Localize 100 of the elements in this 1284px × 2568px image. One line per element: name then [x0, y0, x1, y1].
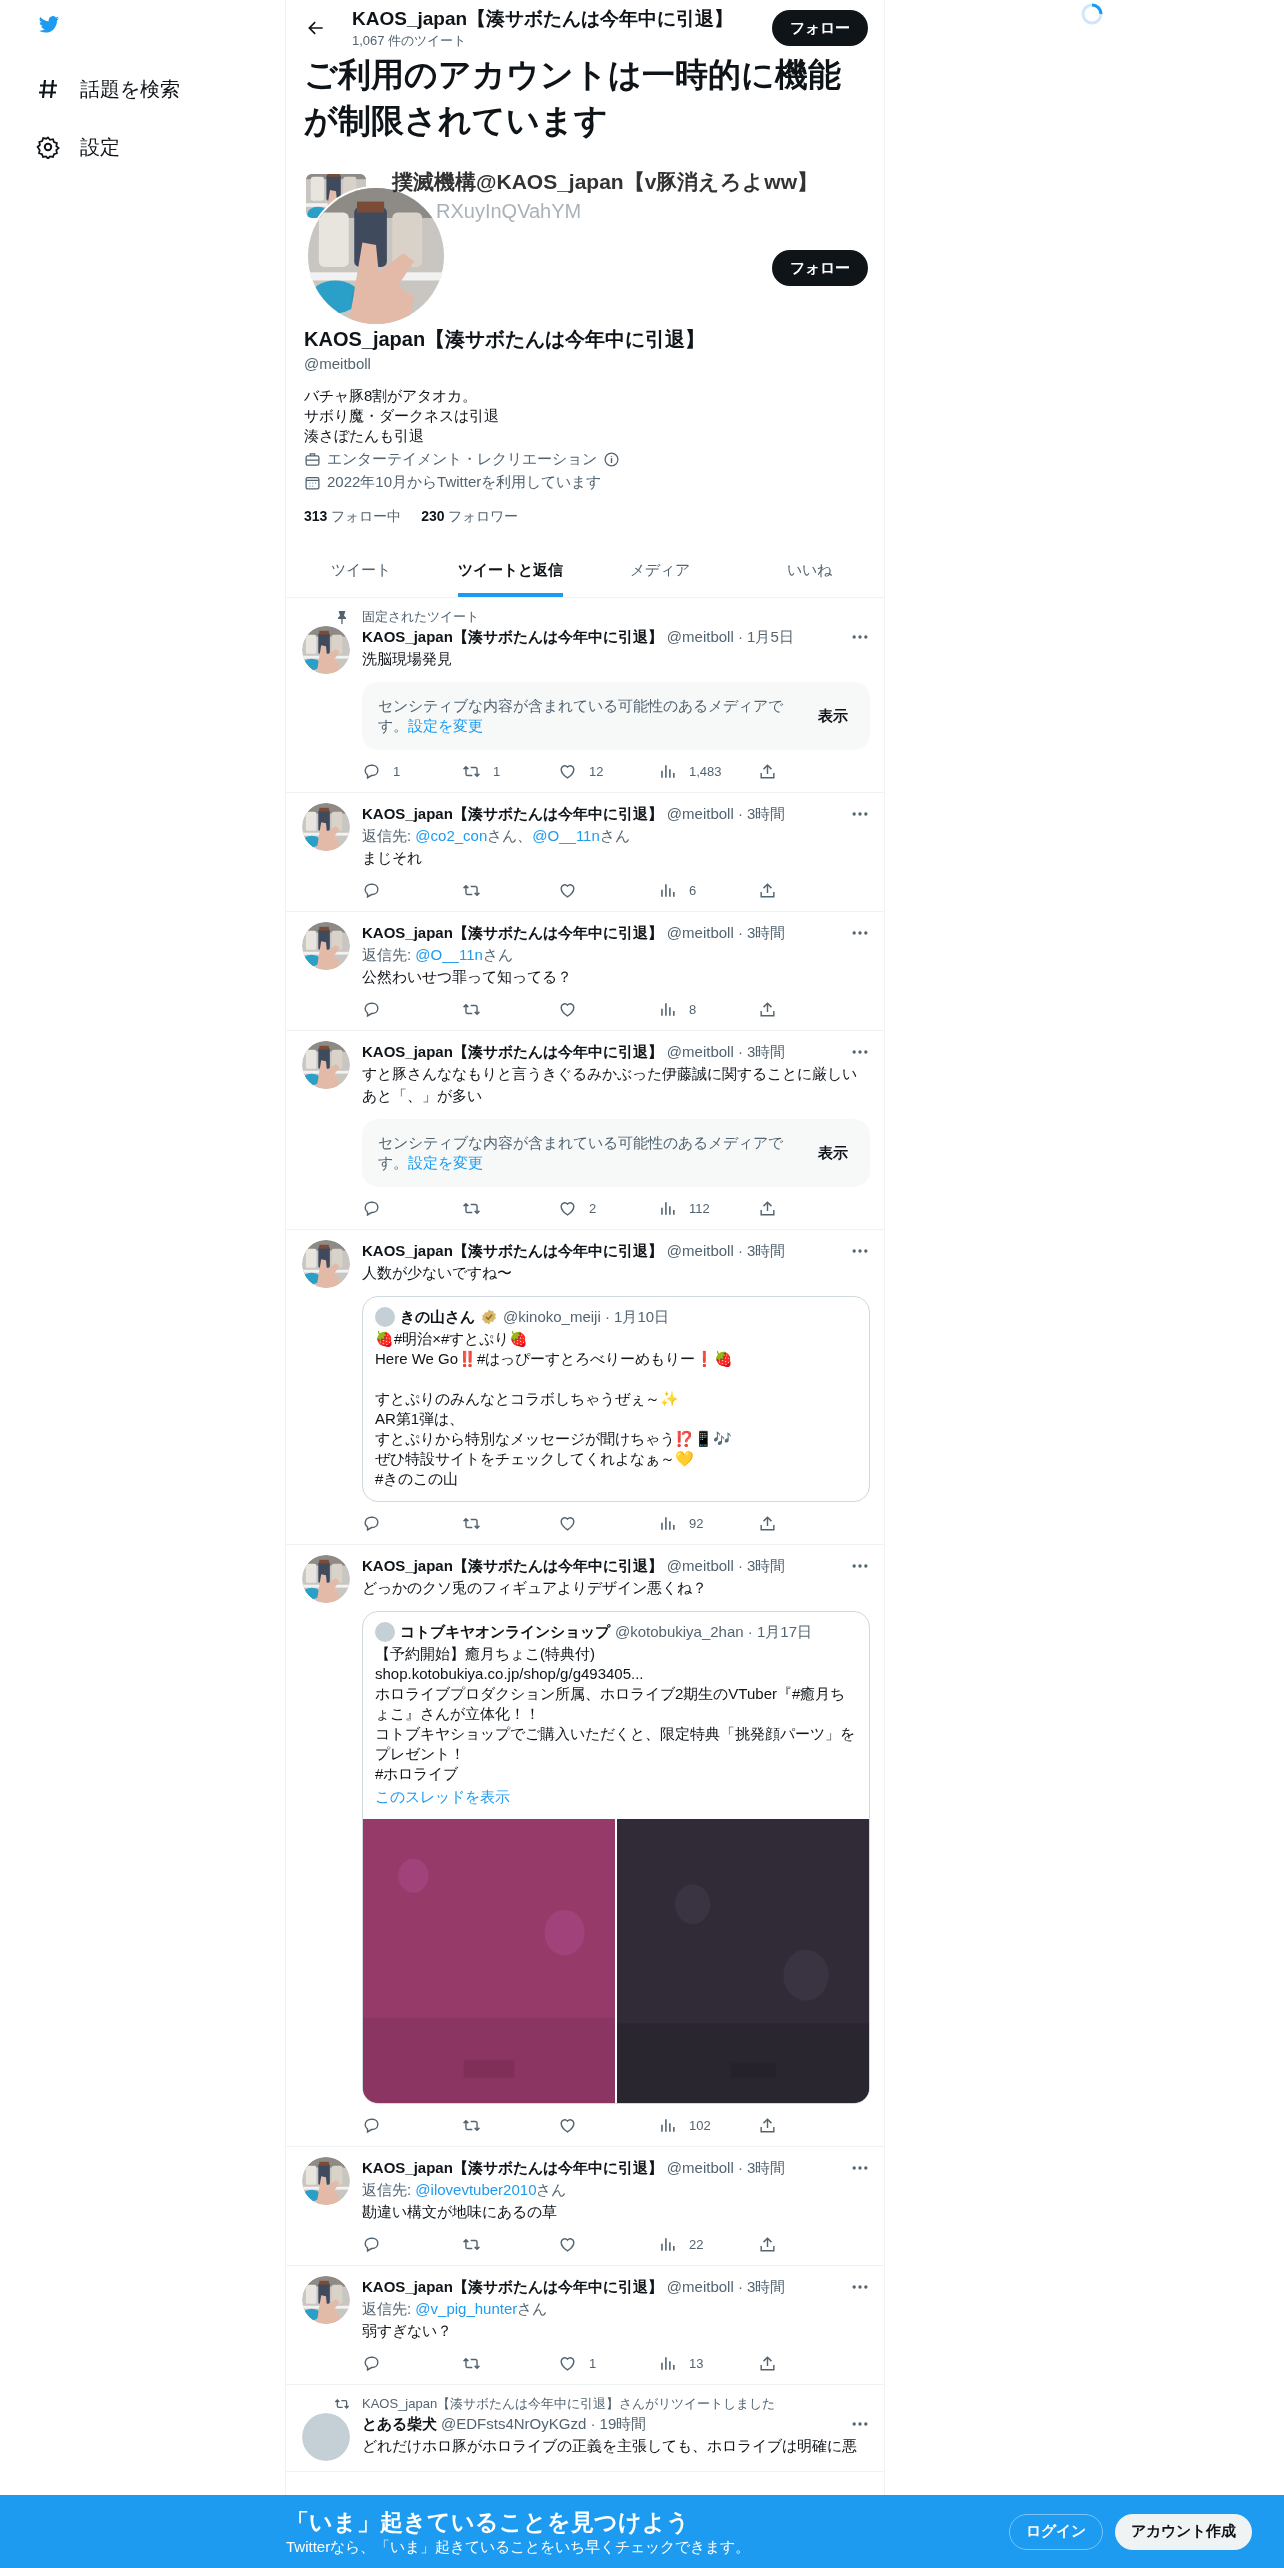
bio-line: 湊さぼたんも引退 [304, 426, 424, 446]
banner-title: 「いま」起きていることを見つけよう [286, 2507, 691, 2537]
more-icon[interactable] [850, 2282, 870, 2292]
avatar [375, 1622, 395, 1642]
loading-spinner-icon [1080, 2, 1104, 26]
tweet-text: どっかのクソ兎のフィギュアよりデザイン悪くね？ [362, 1578, 708, 1598]
stat-count: 1,483 [689, 763, 722, 779]
more-icon[interactable] [850, 632, 870, 642]
quoted-tweet[interactable]: きの山さん @kinoko_meiji · 1月10日 🍓#明治×#すとぷり🍓 Here We Go‼#はっぴーすとろべりーめもりー❗🍓 すとぷりのみんなとコラボしちゃうぜぇ～✨ AR第1弾は、 すとぷりから特別なメッセージが聞けちゃう⁉📱🎶 ぜひ特設サイトをチェックしてくれよなぁ～💛 #きのこの山 [362, 1296, 870, 1502]
underlying-account-name: 撲滅機構@KAOS_japan【v豚消えろよww】 [392, 169, 819, 195]
more-icon[interactable] [850, 1246, 870, 1256]
reply-icon[interactable] [362, 2115, 381, 2135]
author-name[interactable]: KAOS_japan【湊サボたんは今年中に引退】 [362, 1240, 663, 1262]
author-handle-time: @meitboll · 3時間 [666, 2277, 786, 2297]
info-icon[interactable] [603, 451, 620, 468]
share-icon[interactable] [758, 761, 777, 781]
sensitive-notice: センシティブな内容が含まれている可能性のあるメディアです。設定を変更 [378, 1133, 784, 1173]
stat-count: 1 [393, 763, 401, 779]
retweet-label: KAOS_japan【湊サボたんは今年中に引退】さんがリツイートしました [362, 2395, 776, 2413]
author-handle-time: @meitboll · 3時間 [666, 1241, 786, 1261]
tweet-text: 洗脳現場発見 [362, 649, 453, 669]
more-icon[interactable] [850, 2419, 870, 2429]
nav-link[interactable]: 話題を検索 [36, 62, 180, 116]
author-name[interactable]: KAOS_japan【湊サボたんは今年中に引退】 [362, 2157, 663, 2179]
profile-tab[interactable]: いいね [786, 544, 832, 597]
share-icon[interactable] [758, 2234, 777, 2254]
author-name[interactable]: KAOS_japan【湊サボたんは今年中に引退】 [362, 2276, 663, 2298]
following-link[interactable]: 313 フォロー中 [304, 508, 402, 526]
tweet-count: 1,067 件のツイート [352, 32, 468, 50]
underlying-account-handle: RXuyInQVahYM [436, 200, 582, 223]
profile-tab[interactable]: ツイート [330, 544, 391, 597]
quoted-text-line: すとぷりから特別なメッセージが聞けちゃう⁉📱🎶 [375, 1429, 732, 1449]
bio-line: バチャ豚8割がアタオカ。 [304, 386, 478, 406]
share-icon[interactable] [758, 999, 777, 1019]
followers-link[interactable]: 230 フォロワー [421, 508, 519, 526]
reply-icon[interactable] [362, 761, 381, 781]
tweet-text: 人数が少ないですね〜 [362, 1263, 513, 1283]
reply-icon[interactable] [362, 880, 381, 900]
quoted-text-line: ホロライブプロダクション所属、ホロライブ2期生のVTuber『#癒月ちょこ』さんが立体化！！ [375, 1684, 847, 1724]
quoted-text-line: 🍓#明治×#すとぷり🍓 [375, 1329, 529, 1349]
author-name[interactable]: KAOS_japan【湊サボたんは今年中に引退】 [362, 626, 663, 648]
more-icon[interactable] [850, 1047, 870, 1057]
retweet-icon [334, 2396, 350, 2412]
more-icon[interactable] [850, 928, 870, 938]
reply-icon[interactable] [362, 2353, 381, 2373]
author-handle-time: @meitboll · 3時間 [666, 1556, 786, 1576]
stat-count: 112 [689, 1200, 710, 1216]
stat-count: 13 [689, 2355, 704, 2371]
reply-to-line: 返信先: @O__11nさん [362, 945, 514, 965]
quoted-author-name: コトブキヤオンラインショップ [400, 1622, 610, 1642]
stat-count: 1 [493, 763, 501, 779]
profile-tab[interactable]: ツイートと返信 [457, 544, 563, 597]
more-icon[interactable] [850, 1561, 870, 1571]
quoted-text-line: AR第1弾は、 [375, 1409, 465, 1429]
follow-button[interactable]: フォロー [772, 10, 868, 46]
profile-name: KAOS_japan【湊サボたんは今年中に引退】 [304, 327, 707, 352]
quoted-text-line: 【予約開始】癒月ちょこ(特典付) [375, 1644, 595, 1664]
author-name[interactable]: KAOS_japan【湊サボたんは今年中に引退】 [362, 922, 663, 944]
tweet-text: すと豚さんななもりと言うきぐるみかぶった伊藤誠に関することに厳しいあと「、」が多い [362, 1064, 858, 1106]
author-name[interactable]: KAOS_japan【湊サボたんは今年中に引退】 [362, 1041, 663, 1063]
author-handle-time: @meitboll · 3時間 [666, 923, 786, 943]
nav-link[interactable]: 設定 [36, 120, 120, 174]
avatar [375, 1307, 395, 1327]
show-button[interactable]: 表示 [812, 705, 854, 727]
share-icon[interactable] [758, 880, 777, 900]
quoted-author-name: きの山さん [400, 1307, 475, 1327]
share-icon[interactable] [758, 1513, 777, 1533]
banner-subtitle: Twitterなら、「いま」起きていることをいち早くチェックできます。 [286, 2537, 752, 2557]
author-name[interactable]: KAOS_japan【湊サボたんは今年中に引退】 [362, 803, 663, 825]
profile-tab[interactable]: メディア [629, 544, 690, 597]
bio-line: サボり魔・ダークネスは引退 [304, 406, 499, 426]
tweet-text: 勘違い構文が地味にあるの草 [362, 2202, 558, 2222]
quoted-handle-time: @kotobukiya_2han · 1月17日 [615, 1622, 812, 1642]
quoted-text-line: shop.kotobukiya.co.jp/shop/g/g493405... [375, 1664, 644, 1684]
follow-button[interactable]: フォロー [772, 250, 868, 286]
stat-count: 102 [689, 2117, 711, 2133]
quoted-text-line: すとぷりのみんなとコラボしちゃうぜぇ～✨ [375, 1389, 679, 1409]
quoted-text-line: Here We Go‼#はっぴーすとろべりーめもりー❗🍓 [375, 1349, 734, 1369]
profile-handle: @meitboll [304, 355, 372, 372]
share-icon[interactable] [758, 2115, 777, 2135]
stat-count: 2 [589, 1200, 597, 1216]
more-icon[interactable] [850, 809, 870, 819]
restriction-notice: ご利用のアカウントは一時的に機能が制限されています [304, 55, 842, 141]
reply-to-line: 返信先: @v_pig_hunterさん [362, 2299, 549, 2319]
share-icon[interactable] [758, 2353, 777, 2373]
stat-count: 12 [589, 763, 604, 779]
reply-icon[interactable] [362, 2234, 381, 2254]
settings-icon [36, 135, 60, 159]
author-handle-time: @meitboll · 1月5日 [666, 627, 794, 647]
reply-icon[interactable] [362, 1198, 381, 1218]
quoted-text-line: ぜひ特設サイトをチェックしてくれよなぁ～💛 [375, 1449, 694, 1469]
share-icon[interactable] [758, 1198, 777, 1218]
more-icon[interactable] [850, 2163, 870, 2173]
author-name[interactable]: とある柴犬 [362, 2413, 437, 2435]
reply-icon[interactable] [362, 999, 381, 1019]
author-name[interactable]: KAOS_japan【湊サボたんは今年中に引退】 [362, 1555, 663, 1577]
reply-icon[interactable] [362, 1513, 381, 1533]
signup-button[interactable]: アカウント作成 [1115, 2513, 1252, 2550]
tweet-text: どれだけホロ豚がホロライブの正義を主張しても、ホロライブは明確に悪 [362, 2436, 858, 2456]
show-button[interactable]: 表示 [812, 1142, 854, 1164]
